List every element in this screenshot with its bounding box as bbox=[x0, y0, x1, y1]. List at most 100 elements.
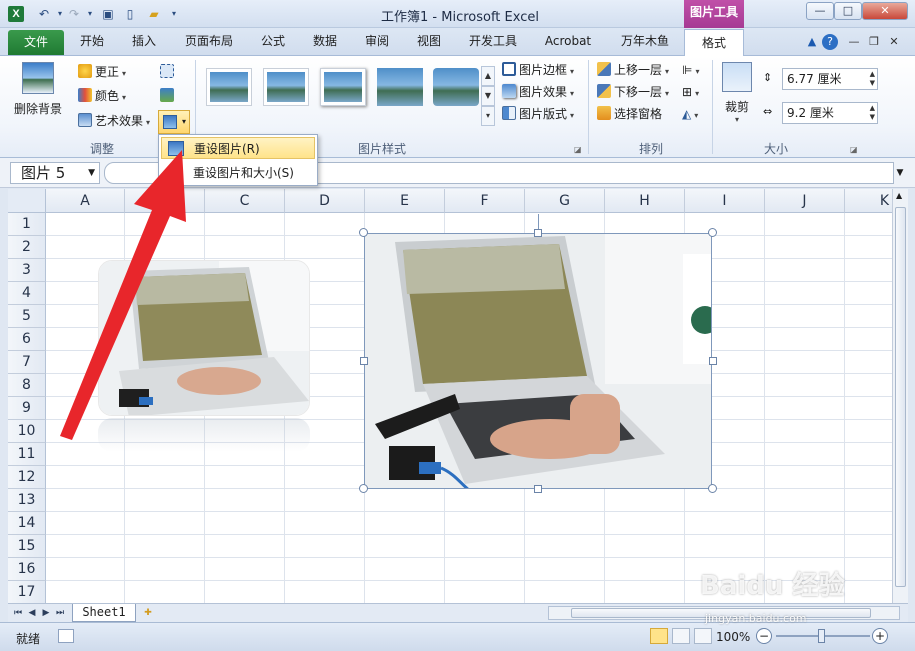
row-header[interactable]: 8 bbox=[8, 374, 46, 397]
row-header[interactable]: 4 bbox=[8, 282, 46, 305]
scroll-up-icon[interactable]: ▲ bbox=[896, 191, 902, 200]
row-header[interactable]: 6 bbox=[8, 328, 46, 351]
size-dialog-launcher[interactable]: ◪ bbox=[850, 140, 858, 160]
row-header[interactable]: 10 bbox=[8, 420, 46, 443]
width-spinner[interactable]: ▲ ▼ bbox=[870, 104, 875, 122]
customize-qa-icon[interactable]: ▾ bbox=[166, 6, 182, 22]
picture-style-5[interactable] bbox=[433, 68, 479, 106]
corrections-button[interactable]: 更正 ▾ bbox=[78, 62, 126, 82]
resize-handle-bl[interactable] bbox=[359, 484, 368, 493]
normal-view-icon[interactable] bbox=[650, 628, 668, 644]
crop-button[interactable]: 裁剪 ▾ bbox=[718, 98, 756, 124]
row-header[interactable]: 17 bbox=[8, 581, 46, 603]
rotate-button[interactable]: ◭ ▾ bbox=[682, 104, 698, 124]
tab-page-layout[interactable]: 页面布局 bbox=[178, 28, 240, 55]
row-header[interactable]: 3 bbox=[8, 259, 46, 282]
picture-border-button[interactable]: 图片边框 ▾ bbox=[502, 60, 574, 80]
column-header[interactable]: J bbox=[765, 189, 845, 213]
column-header[interactable]: C bbox=[205, 189, 285, 213]
tab-developer[interactable]: 开发工具 bbox=[460, 28, 526, 55]
prev-sheet-icon[interactable]: ◀ bbox=[26, 606, 38, 620]
picture-style-1[interactable] bbox=[206, 68, 252, 106]
help-icon[interactable]: ? bbox=[822, 34, 838, 50]
first-sheet-icon[interactable]: ⏮ bbox=[12, 606, 24, 620]
zoom-out-icon[interactable]: − bbox=[756, 628, 772, 644]
redo-icon[interactable]: ↷ bbox=[66, 6, 82, 22]
zoom-in-icon[interactable]: + bbox=[872, 628, 888, 644]
minimize-button[interactable]: — bbox=[806, 2, 834, 20]
select-all-corner[interactable] bbox=[8, 189, 46, 213]
row-header[interactable]: 15 bbox=[8, 535, 46, 558]
column-header[interactable]: A bbox=[46, 189, 125, 213]
column-header[interactable]: F bbox=[445, 189, 525, 213]
name-box[interactable]: 图片 5 ▼ bbox=[10, 162, 100, 184]
selection-pane-button[interactable]: 选择窗格 bbox=[597, 104, 662, 124]
tab-format[interactable]: 格式 bbox=[684, 29, 744, 56]
page-break-view-icon[interactable] bbox=[694, 628, 712, 644]
expand-formula-icon[interactable]: ▼ bbox=[892, 162, 908, 184]
tab-data[interactable]: 数据 bbox=[304, 28, 346, 55]
color-button[interactable]: 颜色 ▾ bbox=[78, 86, 126, 106]
picture-selected[interactable] bbox=[364, 233, 712, 489]
remove-background-button[interactable]: 删除背景 bbox=[10, 62, 66, 122]
send-backward-button[interactable]: 下移一层 ▾ bbox=[597, 82, 669, 102]
row-header[interactable]: 2 bbox=[8, 236, 46, 259]
compress-pictures-button[interactable] bbox=[160, 62, 180, 82]
row-header[interactable]: 16 bbox=[8, 558, 46, 581]
doc-close-icon[interactable]: ✕ bbox=[886, 34, 902, 50]
resize-handle-br[interactable] bbox=[708, 484, 717, 493]
redo-dropdown-icon[interactable]: ▾ bbox=[82, 6, 98, 22]
sheet-tab-sheet1[interactable]: Sheet1 bbox=[72, 604, 136, 622]
picture-style-2[interactable] bbox=[263, 68, 309, 106]
excel-icon[interactable]: X bbox=[8, 6, 24, 22]
artistic-effects-button[interactable]: 艺术效果 ▾ bbox=[78, 111, 150, 131]
tab-custom[interactable]: 万年木鱼 bbox=[612, 28, 678, 55]
tab-file[interactable]: 文件 bbox=[8, 30, 64, 55]
tab-home[interactable]: 开始 bbox=[70, 28, 114, 55]
resize-handle-tr[interactable] bbox=[708, 228, 717, 237]
change-picture-button[interactable] bbox=[160, 86, 180, 106]
align-button[interactable]: ⊫ ▾ bbox=[682, 60, 699, 80]
vertical-scroll-thumb[interactable] bbox=[895, 207, 906, 587]
macro-record-icon[interactable] bbox=[58, 629, 74, 643]
styles-dialog-launcher[interactable]: ◪ bbox=[574, 140, 582, 160]
next-sheet-icon[interactable]: ▶ bbox=[40, 606, 52, 620]
new-file-icon[interactable]: ▯ bbox=[122, 6, 138, 22]
row-header[interactable]: 5 bbox=[8, 305, 46, 328]
chevron-down-icon[interactable]: ▼ bbox=[88, 163, 95, 183]
vertical-scrollbar[interactable]: ▲ bbox=[892, 189, 908, 603]
column-header[interactable]: I bbox=[685, 189, 765, 213]
maximize-button[interactable]: □ bbox=[834, 2, 862, 20]
row-header[interactable]: 9 bbox=[8, 397, 46, 420]
tab-formulas[interactable]: 公式 bbox=[252, 28, 294, 55]
reset-picture-dropdown-button[interactable]: ▾ bbox=[158, 110, 190, 134]
row-header[interactable]: 13 bbox=[8, 489, 46, 512]
save-icon[interactable]: ▣ bbox=[100, 6, 116, 22]
row-header[interactable]: 12 bbox=[8, 466, 46, 489]
tab-insert[interactable]: 插入 bbox=[122, 28, 166, 55]
open-folder-icon[interactable]: ▰ bbox=[146, 6, 162, 22]
undo-icon[interactable]: ↶ bbox=[36, 6, 52, 22]
height-input[interactable]: 6.77 厘米 ▲ ▼ bbox=[782, 68, 878, 90]
gallery-more[interactable]: ▾ bbox=[481, 106, 495, 126]
last-sheet-icon[interactable]: ⏭ bbox=[54, 606, 66, 620]
tab-view[interactable]: 视图 bbox=[408, 28, 450, 55]
menu-item-reset-picture-size[interactable]: 重设图片和大小(S) bbox=[161, 162, 315, 184]
insert-sheet-icon[interactable]: ✚ bbox=[140, 606, 156, 620]
resize-handle-l[interactable] bbox=[360, 357, 368, 365]
picture-layout-button[interactable]: 图片版式 ▾ bbox=[502, 104, 574, 124]
row-header[interactable]: 14 bbox=[8, 512, 46, 535]
row-header[interactable]: 7 bbox=[8, 351, 46, 374]
zoom-level[interactable]: 100% bbox=[716, 630, 750, 644]
width-input[interactable]: 9.2 厘米 ▲ ▼ bbox=[782, 102, 878, 124]
picture-style-3[interactable] bbox=[320, 68, 366, 106]
collapse-ribbon-icon[interactable]: ▲ bbox=[804, 34, 820, 50]
resize-handle-tl[interactable] bbox=[359, 228, 368, 237]
gallery-scroll-down[interactable]: ▼ bbox=[481, 86, 495, 106]
row-header[interactable]: 11 bbox=[8, 443, 46, 466]
picture-styled[interactable] bbox=[98, 260, 310, 416]
resize-handle-r[interactable] bbox=[709, 357, 717, 365]
tab-acrobat[interactable]: Acrobat bbox=[538, 28, 598, 55]
column-header[interactable]: K bbox=[845, 189, 892, 213]
picture-style-4[interactable] bbox=[377, 68, 423, 106]
